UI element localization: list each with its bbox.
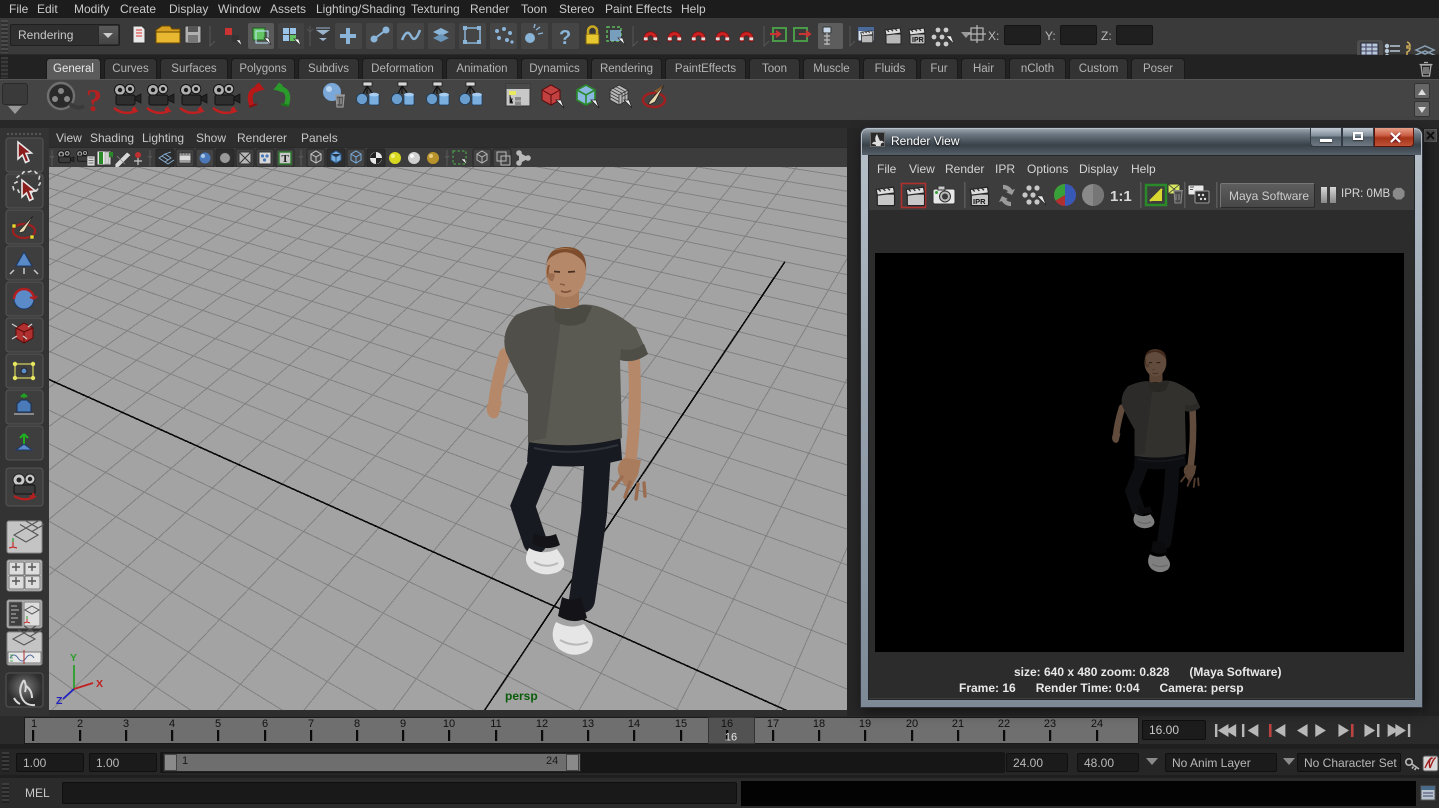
svg-text:IPR: IPR — [973, 197, 986, 206]
svg-text:?: ? — [559, 27, 571, 49]
svg-text:22: 22 — [998, 718, 1010, 730]
svg-text:9: 9 — [400, 718, 406, 730]
svg-text:Y: Y — [70, 652, 77, 664]
svg-text:19: 19 — [859, 718, 871, 730]
svg-text:24: 24 — [1091, 718, 1103, 730]
svg-text:T: T — [282, 153, 290, 165]
svg-text:1: 1 — [31, 718, 37, 730]
svg-text:Z: Z — [56, 695, 63, 707]
svg-text:23: 23 — [1044, 718, 1056, 730]
svg-text:21: 21 — [952, 718, 964, 730]
svg-text:10: 10 — [443, 718, 455, 730]
svg-text:7: 7 — [308, 718, 314, 730]
svg-text:5: 5 — [215, 718, 221, 730]
svg-text:?: ? — [86, 82, 102, 118]
svg-text:13: 13 — [582, 718, 594, 730]
svg-text:18: 18 — [813, 718, 825, 730]
svg-text:11: 11 — [490, 718, 501, 730]
svg-text:1:1: 1:1 — [1110, 188, 1132, 205]
svg-text:20: 20 — [906, 718, 918, 730]
svg-text:17: 17 — [767, 718, 779, 730]
svg-text:X: X — [96, 678, 103, 690]
svg-text:3: 3 — [123, 718, 129, 730]
svg-text:6: 6 — [262, 718, 268, 730]
svg-text:14: 14 — [628, 718, 640, 730]
svg-text:15: 15 — [675, 718, 687, 730]
svg-text:IPR: IPR — [912, 37, 924, 44]
svg-text:16: 16 — [725, 732, 737, 744]
svg-text:4: 4 — [169, 718, 175, 730]
svg-text:12: 12 — [536, 718, 548, 730]
svg-text:2: 2 — [77, 718, 83, 730]
svg-text:persp: persp — [505, 689, 538, 703]
svg-text:8: 8 — [354, 718, 360, 730]
svg-text:16: 16 — [721, 718, 733, 730]
